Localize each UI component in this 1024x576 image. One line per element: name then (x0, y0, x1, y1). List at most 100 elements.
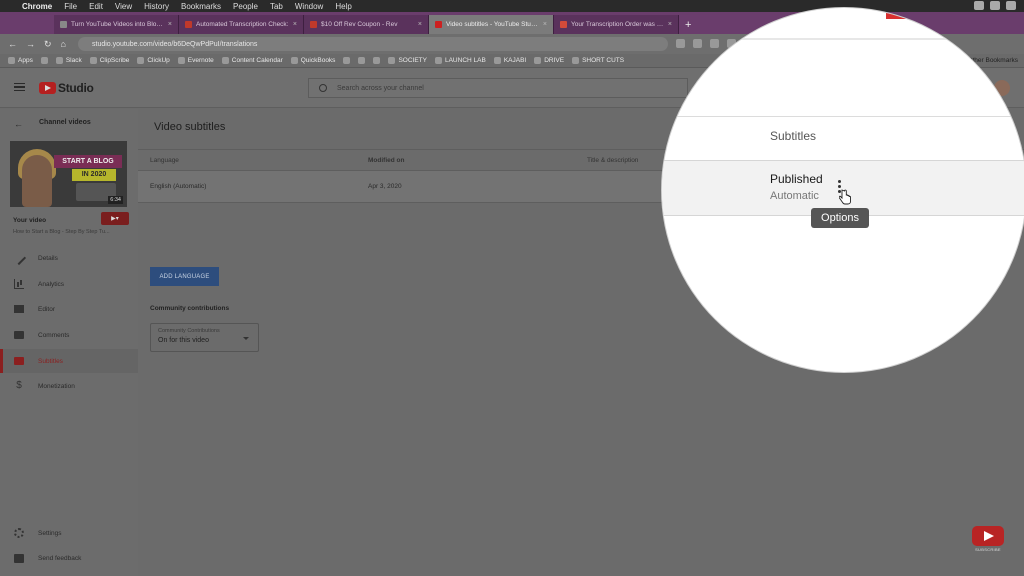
bookmark-item[interactable] (40, 57, 48, 64)
search-input[interactable]: Search across your channel (308, 78, 688, 98)
youtube-studio-logo[interactable]: Studio (39, 81, 94, 95)
bookmark-short-cuts[interactable]: SHORT CUTS (572, 57, 624, 64)
sidebar-item-monetization[interactable]: $ Monetization (0, 374, 138, 398)
menu-bookmarks[interactable]: Bookmarks (181, 2, 221, 11)
bookmark-launch-lab[interactable]: LAUNCH LAB (434, 57, 486, 64)
status-icon[interactable] (1006, 1, 1016, 10)
video-thumbnail[interactable]: START A BLOG IN 2020 6:34 (10, 141, 127, 207)
youtube-favicon-icon (435, 21, 442, 28)
bookmark-kajabi[interactable]: KAJABI (493, 57, 526, 64)
video-title: How to Start a Blog - Step By Step Tu... (13, 229, 110, 235)
folder-icon (373, 57, 381, 64)
browser-tab[interactable]: Your Transcription Order was Re × (554, 15, 679, 34)
tab-title: Turn YouTube Videos into Blog P (71, 21, 164, 28)
quickbooks-icon (290, 57, 298, 64)
sidebar-item-subtitles[interactable]: Subtitles (0, 349, 138, 373)
dollar-icon: $ (16, 380, 22, 391)
evernote-icon (177, 57, 185, 64)
bookmark-apps[interactable]: Apps (8, 57, 33, 64)
menu-view[interactable]: View (115, 2, 132, 11)
screen: { "menubar": { "items": ["Chrome","File"… (0, 0, 1024, 576)
column-header-title-description: Title & description (587, 157, 639, 164)
browser-tab[interactable]: Turn YouTube Videos into Blog P × (54, 15, 179, 34)
back-arrow-icon[interactable]: ← (14, 119, 23, 129)
tab-title: $10 Off Rev Coupon - Rev (321, 21, 398, 28)
folder-icon (534, 57, 542, 64)
menu-window[interactable]: Window (295, 2, 323, 11)
column-header-modified[interactable]: Modified on (368, 157, 404, 164)
pencil-icon (11, 250, 27, 266)
close-tab-icon[interactable]: × (168, 21, 172, 28)
reload-icon[interactable]: ↻ (44, 39, 52, 50)
view-on-youtube-button[interactable]: ▶▾ (101, 212, 129, 225)
url-bar[interactable]: studio.youtube.com/video/b6DeQwPdPuI/tra… (78, 37, 668, 51)
close-tab-icon[interactable]: × (293, 21, 297, 28)
gmail-favicon-icon (560, 21, 567, 28)
row-language: English (Automatic) (150, 183, 207, 190)
hamburger-menu-icon[interactable] (14, 83, 25, 91)
close-tab-icon[interactable]: × (418, 21, 422, 28)
slack-icon (55, 57, 63, 64)
sidebar-item-comments[interactable]: Comments (0, 323, 138, 347)
menu-people[interactable]: People (233, 2, 258, 11)
subtitle-row-highlight[interactable] (662, 161, 1024, 215)
menu-chrome[interactable]: Chrome (22, 2, 52, 11)
divider (662, 116, 1024, 117)
clipscribe-icon (89, 57, 97, 64)
status-icons (974, 1, 1016, 10)
calendar-icon (221, 57, 229, 64)
bookmark-content-calendar[interactable]: Content Calendar (221, 57, 283, 64)
browser-tab[interactable]: $10 Off Rev Coupon - Rev × (304, 15, 429, 34)
status-icon[interactable] (974, 1, 984, 10)
sidebar-item-analytics[interactable]: Analytics (0, 272, 138, 296)
bookmark-society[interactable]: SOCIETY (388, 57, 427, 64)
new-tab-icon[interactable]: + (685, 19, 691, 31)
bookmark-item[interactable] (343, 57, 351, 64)
extension-icons (676, 39, 736, 48)
bookmark-item[interactable] (373, 57, 381, 64)
menu-history[interactable]: History (144, 2, 169, 11)
nav-label: Send feedback (38, 554, 82, 562)
subtitles-column-header: Subtitles (770, 129, 817, 143)
menu-tab[interactable]: Tab (270, 2, 283, 11)
sidebar-item-details[interactable]: Details (0, 246, 138, 270)
extension-icon[interactable] (710, 39, 719, 48)
bookmark-icon (358, 57, 366, 64)
divider (662, 38, 1024, 40)
bookmark-item[interactable] (358, 57, 366, 64)
bookmark-clickup[interactable]: ClickUp (137, 57, 170, 64)
home-icon[interactable]: ⌂ (61, 39, 66, 49)
back-arrow-icon[interactable]: ← (8, 39, 17, 49)
select-label: Community Contributions (158, 328, 220, 334)
browser-tab-active[interactable]: Video subtitles - YouTube Studio × (429, 15, 554, 34)
bookmark-quickbooks[interactable]: QuickBooks (290, 57, 335, 64)
gear-icon (14, 528, 24, 538)
apps-icon (8, 57, 15, 64)
extension-icon[interactable] (693, 39, 702, 48)
add-language-button[interactable]: ADD LANGUAGE (150, 267, 219, 286)
channel-videos-link[interactable]: Channel videos (39, 119, 91, 126)
close-tab-icon[interactable]: × (543, 21, 547, 28)
menu-help[interactable]: Help (335, 2, 351, 11)
red-indicator (886, 8, 906, 19)
feedback-icon (14, 553, 24, 563)
bookmark-drive[interactable]: DRIVE (534, 57, 564, 64)
subtitles-icon (14, 357, 24, 365)
dropbox-icon[interactable] (990, 1, 1000, 10)
sidebar-item-editor[interactable]: Editor (0, 297, 138, 321)
close-tab-icon[interactable]: × (668, 21, 672, 28)
menu-edit[interactable]: Edit (89, 2, 103, 11)
forward-arrow-icon[interactable]: → (26, 39, 35, 49)
folder-icon (572, 57, 580, 64)
star-icon[interactable] (676, 39, 685, 48)
subscribe-badge[interactable]: SUBSCRIBE (972, 526, 1004, 552)
bookmark-evernote[interactable]: Evernote (177, 57, 214, 64)
bookmark-slack[interactable]: Slack (55, 57, 82, 64)
menu-file[interactable]: File (64, 2, 77, 11)
sidebar-item-settings[interactable]: Settings (0, 521, 138, 545)
sidebar-item-send-feedback[interactable]: Send feedback (0, 546, 138, 570)
favicon-icon (60, 21, 67, 28)
browser-tab[interactable]: Automated Transcription Check: × (179, 15, 304, 34)
community-contributions-select[interactable]: Community Contributions On for this vide… (150, 323, 259, 352)
bookmark-clipscribe[interactable]: ClipScribe (89, 57, 129, 64)
